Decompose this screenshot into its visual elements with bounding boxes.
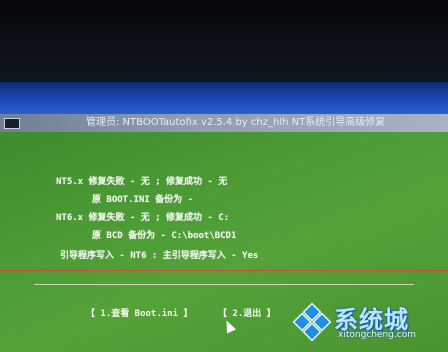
bootloader-write-line: 引导程序写入 - NT6 : 主引导程序写入 - Yes	[60, 251, 259, 261]
watermark-url: xitongcheng.com	[338, 330, 416, 340]
desktop-top-dark	[0, 0, 448, 82]
nt6-status-line: NT6.x 修复失败 - 无 ; 修复成功 - C:	[56, 213, 230, 223]
boot-ini-backup-line: 原 BOOT.INI 备份为 -	[92, 195, 194, 205]
window-titlebar[interactable]: 管理员: NTBOOTautofix v2.5.4 by chz_hlh NT系…	[0, 114, 448, 132]
console-app-icon[interactable]	[4, 118, 20, 129]
nt5-status-line: NT5.x 修复失败 - 无 ; 修复成功 - 无	[56, 177, 228, 187]
screen-artifact-line	[0, 270, 448, 271]
desktop-blue-band	[0, 82, 448, 114]
bcd-backup-line: 原 BCD 备份为 - C:\boot\BCD1	[92, 231, 237, 241]
window-title: 管理员: NTBOOTautofix v2.5.4 by chz_hlh NT系…	[86, 117, 386, 128]
watermark: 系统城 xitongcheng.com	[292, 300, 442, 348]
view-boot-ini-button[interactable]: 【 1.查看 Boot.ini 】	[86, 306, 192, 319]
exit-button[interactable]: 【 2.退出 】	[218, 306, 276, 319]
xitongcheng-logo-icon	[292, 302, 332, 342]
button-divider	[34, 284, 414, 285]
